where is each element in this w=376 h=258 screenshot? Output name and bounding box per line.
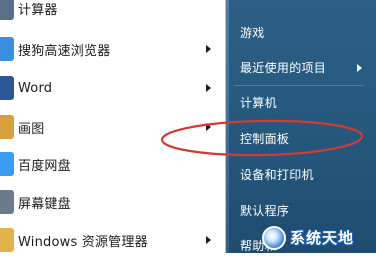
menu-item-sogou-browser[interactable]: 搜狗高速浏览器	[0, 31, 224, 67]
menu-item-label: 画图	[18, 121, 45, 137]
submenu-arrow-icon[interactable]	[206, 123, 211, 131]
baidu-netdisk-icon	[0, 152, 14, 176]
menu-item-label: Word	[18, 80, 53, 96]
start-menu-system-pane: 游戏 最近使用的项目 计算机 控制面板 设备和打印机 默认程序 帮助和	[226, 0, 376, 253]
watermark-logo-icon	[262, 225, 286, 250]
menu-item-label: 计算器	[18, 2, 58, 18]
watermark-text: 系统天地	[290, 229, 355, 247]
submenu-arrow-icon[interactable]	[206, 84, 211, 92]
submenu-arrow-icon[interactable]	[357, 64, 362, 72]
menu-item-on-screen-keyboard[interactable]: 屏幕键盘	[0, 184, 224, 220]
start-menu-programs-pane: 计算器 搜狗高速浏览器 Word 画图 百度网盘 屏幕键盘 Windows 资源…	[0, 0, 226, 253]
menu-item-label: Windows 资源管理器	[18, 234, 148, 250]
menu-item-label: 搜狗高速浏览器	[18, 43, 111, 59]
menu-item-calculator[interactable]: 计算器	[0, 0, 224, 26]
menu-item-baidu-netdisk[interactable]: 百度网盘	[0, 146, 224, 182]
menu-divider	[234, 85, 364, 86]
submenu-arrow-icon[interactable]	[206, 236, 211, 244]
menu-item-default-programs[interactable]: 默认程序	[240, 202, 289, 219]
menu-item-recent-items[interactable]: 最近使用的项目	[240, 59, 326, 76]
menu-item-paint[interactable]: 画图	[0, 109, 224, 145]
menu-item-control-panel[interactable]: 控制面板	[240, 130, 289, 147]
sogou-browser-icon	[0, 37, 14, 61]
menu-item-devices-and-printers[interactable]: 设备和打印机	[240, 166, 314, 183]
watermark: 系统天地	[262, 222, 376, 253]
submenu-arrow-icon[interactable]	[206, 45, 211, 53]
menu-item-word[interactable]: Word	[0, 70, 224, 106]
paint-icon	[0, 115, 14, 139]
calculator-icon	[0, 0, 14, 20]
menu-item-computer[interactable]: 计算机	[240, 94, 277, 111]
menu-item-games[interactable]: 游戏	[240, 24, 265, 41]
keyboard-icon	[0, 190, 14, 214]
menu-item-label: 屏幕键盘	[18, 196, 71, 212]
word-icon	[0, 76, 14, 100]
menu-item-label: 百度网盘	[18, 158, 71, 174]
explorer-folder-icon	[0, 228, 14, 252]
